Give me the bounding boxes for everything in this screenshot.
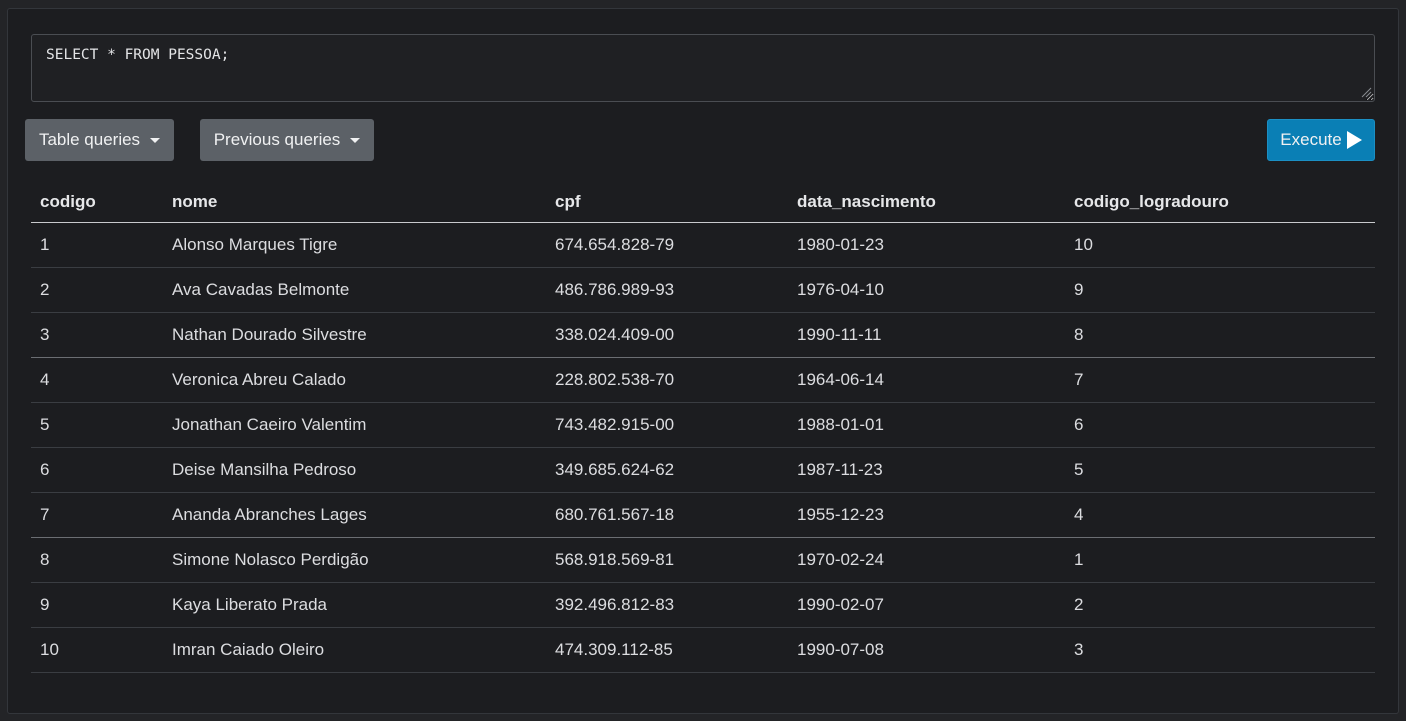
cell-nome: Nathan Dourado Silvestre <box>163 312 546 358</box>
cell-nome: Ananda Abranches Lages <box>163 492 546 538</box>
cell-nome: Veronica Abreu Calado <box>163 357 546 403</box>
cell-data-nascimento: 1990-02-07 <box>788 582 1065 628</box>
caret-down-icon <box>350 138 361 143</box>
cell-data-nascimento: 1970-02-24 <box>788 537 1065 583</box>
cell-codigo-logradouro: 10 <box>1065 222 1375 268</box>
cell-data-nascimento: 1955-12-23 <box>788 492 1065 538</box>
column-header-codigo-logradouro[interactable]: codigo_logradouro <box>1065 182 1375 223</box>
cell-nome: Ava Cavadas Belmonte <box>163 267 546 313</box>
cell-cpf: 474.309.112-85 <box>546 627 788 673</box>
cell-codigo: 4 <box>31 357 163 403</box>
table-queries-label: Table queries <box>38 130 141 149</box>
cell-data-nascimento: 1980-01-23 <box>788 222 1065 268</box>
table-row: 3 Nathan Dourado Silvestre 338.024.409-0… <box>31 312 1375 358</box>
cell-codigo-logradouro: 4 <box>1065 492 1375 538</box>
cell-codigo: 2 <box>31 267 163 313</box>
cell-nome: Simone Nolasco Perdigão <box>163 537 546 583</box>
cell-cpf: 568.918.569-81 <box>546 537 788 583</box>
column-header-codigo[interactable]: codigo <box>31 182 163 223</box>
query-panel: Table queries Previous queries Execute c… <box>7 8 1399 714</box>
table-row: 5 Jonathan Caeiro Valentim 743.482.915-0… <box>31 402 1375 448</box>
table-row: 2 Ava Cavadas Belmonte 486.786.989-93 19… <box>31 267 1375 313</box>
cell-nome: Alonso Marques Tigre <box>163 222 546 268</box>
previous-queries-label: Previous queries <box>213 130 341 149</box>
cell-codigo: 6 <box>31 447 163 493</box>
cell-nome: Jonathan Caeiro Valentim <box>163 402 546 448</box>
column-header-cpf[interactable]: cpf <box>546 182 788 223</box>
cell-codigo: 8 <box>31 537 163 583</box>
execute-label: Execute <box>1280 130 1342 149</box>
table-row: 6 Deise Mansilha Pedroso 349.685.624-62 … <box>31 447 1375 493</box>
cell-codigo: 10 <box>31 627 163 673</box>
sql-query-input[interactable] <box>31 34 1375 102</box>
table-row: 10 Imran Caiado Oleiro 474.309.112-85 19… <box>31 627 1375 673</box>
play-icon <box>1346 131 1362 149</box>
table-queries-button[interactable]: Table queries <box>25 119 174 161</box>
cell-data-nascimento: 1976-04-10 <box>788 267 1065 313</box>
column-header-data-nascimento[interactable]: data_nascimento <box>788 182 1065 223</box>
cell-codigo-logradouro: 9 <box>1065 267 1375 313</box>
table-row: 7 Ananda Abranches Lages 680.761.567-18 … <box>31 492 1375 538</box>
cell-codigo: 9 <box>31 582 163 628</box>
cell-cpf: 674.654.828-79 <box>546 222 788 268</box>
cell-data-nascimento: 1987-11-23 <box>788 447 1065 493</box>
cell-data-nascimento: 1990-07-08 <box>788 627 1065 673</box>
cell-cpf: 486.786.989-93 <box>546 267 788 313</box>
previous-queries-button[interactable]: Previous queries <box>200 119 374 161</box>
cell-nome: Kaya Liberato Prada <box>163 582 546 628</box>
cell-nome: Deise Mansilha Pedroso <box>163 447 546 493</box>
results-table: codigo nome cpf data_nascimento codigo_l… <box>31 182 1375 673</box>
cell-codigo: 5 <box>31 402 163 448</box>
table-header-row: codigo nome cpf data_nascimento codigo_l… <box>31 182 1375 223</box>
cell-codigo: 3 <box>31 312 163 358</box>
caret-down-icon <box>150 138 161 143</box>
cell-cpf: 338.024.409-00 <box>546 312 788 358</box>
cell-codigo-logradouro: 1 <box>1065 537 1375 583</box>
cell-codigo-logradouro: 6 <box>1065 402 1375 448</box>
table-row: 9 Kaya Liberato Prada 392.496.812-83 199… <box>31 582 1375 628</box>
cell-cpf: 680.761.567-18 <box>546 492 788 538</box>
cell-codigo-logradouro: 8 <box>1065 312 1375 358</box>
cell-nome: Imran Caiado Oleiro <box>163 627 546 673</box>
cell-cpf: 349.685.624-62 <box>546 447 788 493</box>
table-row: 4 Veronica Abreu Calado 228.802.538-70 1… <box>31 357 1375 403</box>
cell-cpf: 228.802.538-70 <box>546 357 788 403</box>
cell-cpf: 392.496.812-83 <box>546 582 788 628</box>
execute-button[interactable]: Execute <box>1267 119 1375 161</box>
cell-codigo: 7 <box>31 492 163 538</box>
cell-codigo-logradouro: 2 <box>1065 582 1375 628</box>
table-row: 1 Alonso Marques Tigre 674.654.828-79 19… <box>31 222 1375 268</box>
cell-data-nascimento: 1990-11-11 <box>788 312 1065 358</box>
table-row: 8 Simone Nolasco Perdigão 568.918.569-81… <box>31 537 1375 583</box>
cell-codigo-logradouro: 3 <box>1065 627 1375 673</box>
column-header-nome[interactable]: nome <box>163 182 546 223</box>
cell-codigo-logradouro: 5 <box>1065 447 1375 493</box>
cell-codigo-logradouro: 7 <box>1065 357 1375 403</box>
cell-data-nascimento: 1988-01-01 <box>788 402 1065 448</box>
cell-cpf: 743.482.915-00 <box>546 402 788 448</box>
cell-data-nascimento: 1964-06-14 <box>788 357 1065 403</box>
cell-codigo: 1 <box>31 222 163 268</box>
